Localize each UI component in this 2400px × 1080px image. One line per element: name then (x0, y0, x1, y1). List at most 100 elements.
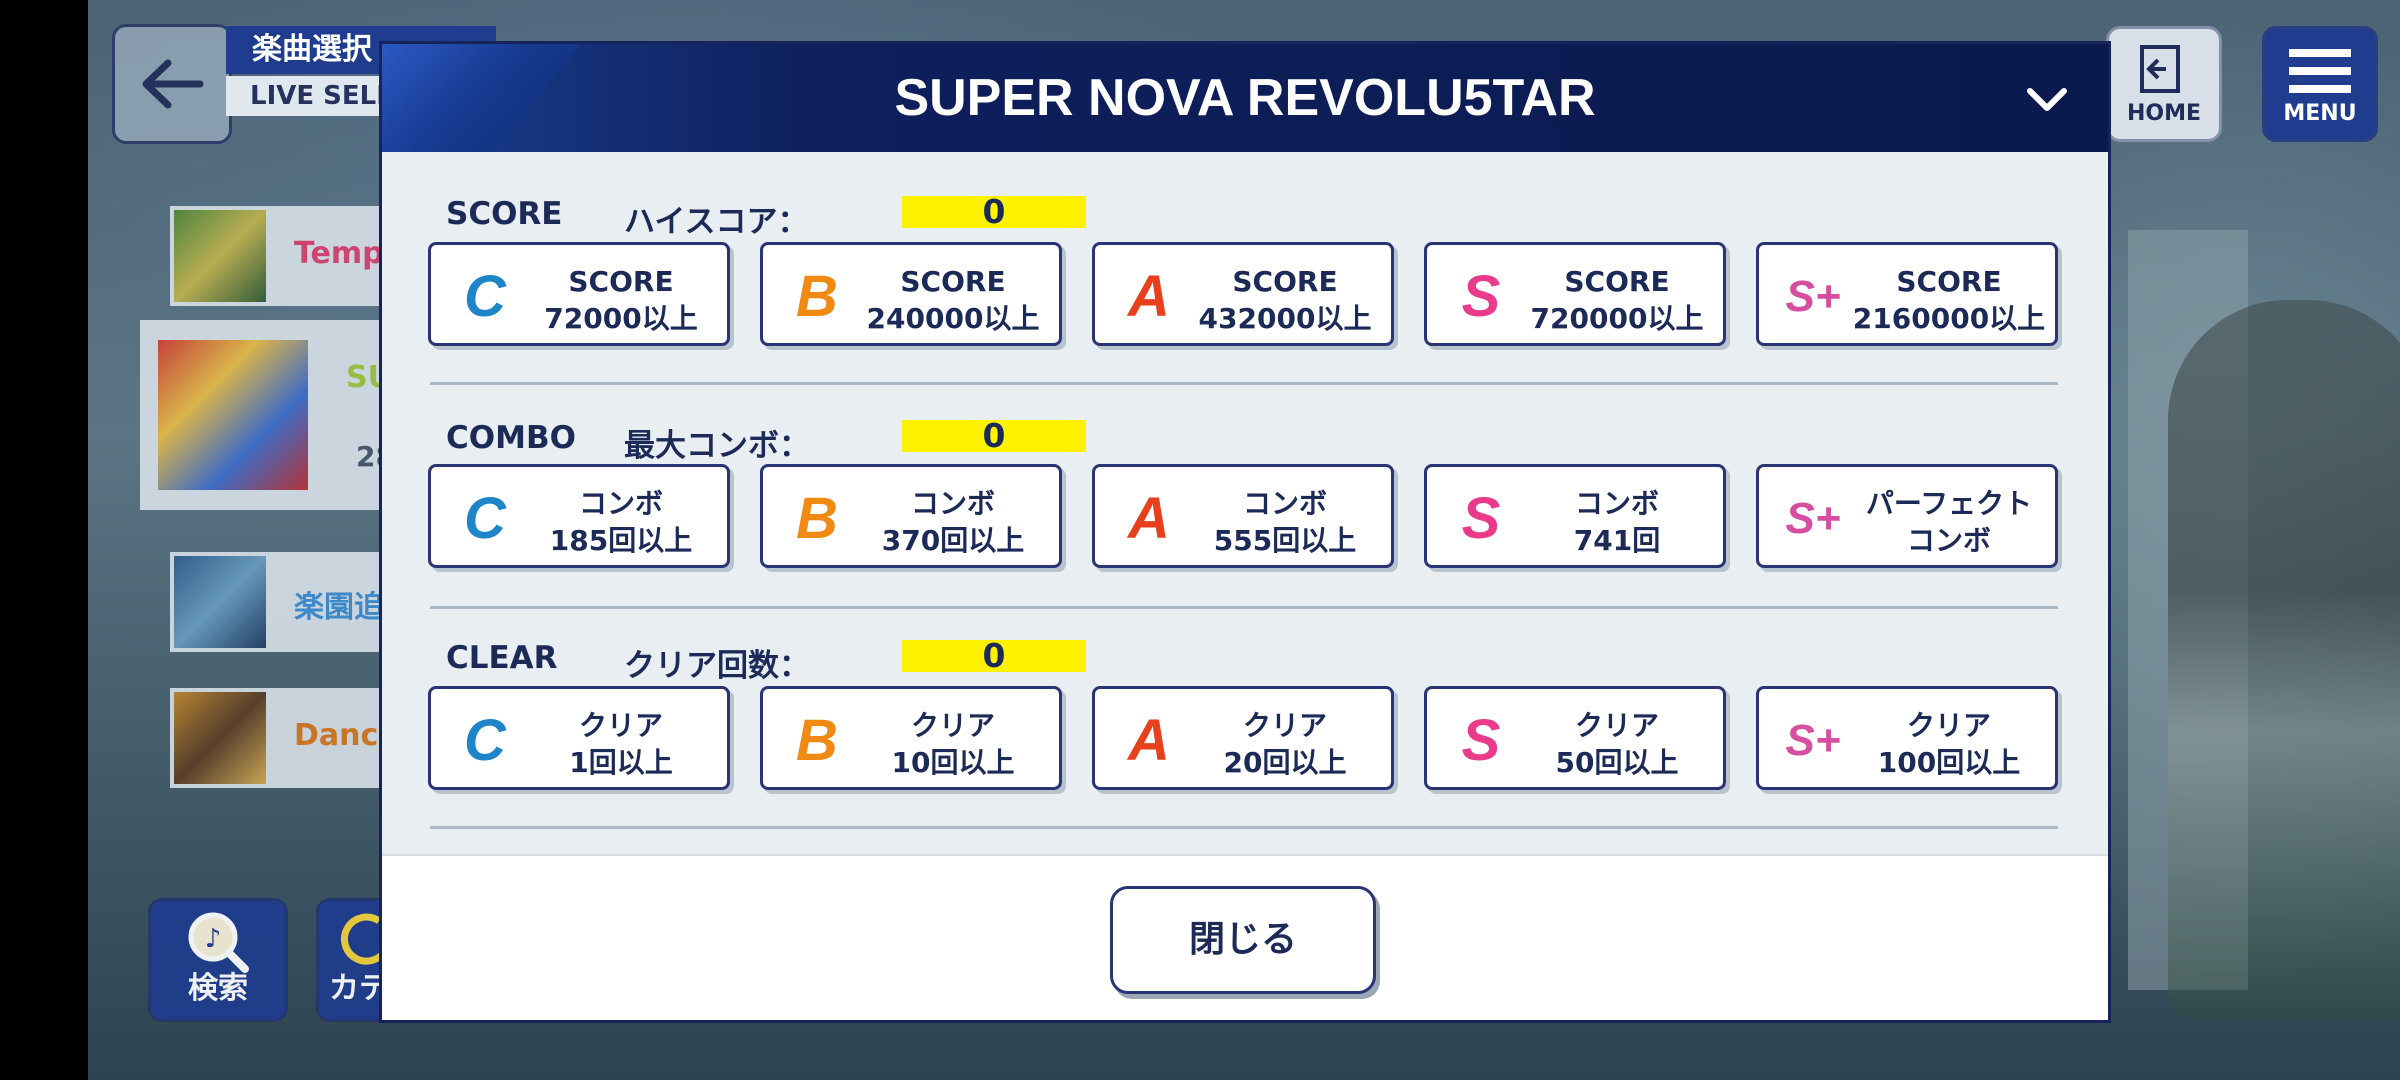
rank-card: C SCORE 72000以上 (428, 242, 730, 346)
rank-condition-line1: コンボ (1574, 487, 1659, 520)
rank-card: A コンボ 555回以上 (1092, 464, 1394, 568)
rank-condition: SCORE 240000以上 (853, 263, 1053, 337)
menu-button[interactable]: MENU (2262, 26, 2378, 142)
song-jacket (174, 692, 266, 784)
rank-condition: コンボ 741回 (1517, 485, 1717, 559)
modal-footer: 閉じる (382, 854, 2108, 1020)
song-jacket (174, 556, 266, 648)
rank-c-icon: C (464, 486, 506, 551)
rank-condition: コンボ 185回以上 (521, 485, 721, 559)
song-title: Temp (294, 236, 384, 271)
song-list-item-selected[interactable]: SU 28 (140, 320, 410, 510)
song-title: 楽園追 (294, 590, 384, 625)
rank-condition-line1: SCORE (1896, 265, 2002, 298)
rank-condition-line1: コンボ (578, 487, 663, 520)
rank-condition-line2: 185回以上 (549, 524, 693, 557)
rank-card: A クリア 20回以上 (1092, 686, 1394, 790)
section-label: COMBO (446, 420, 576, 456)
rank-s-plus-icon: S+ (1785, 716, 1841, 765)
rank-card: C コンボ 185回以上 (428, 464, 730, 568)
score-rank-row: C SCORE 72000以上 B SCORE 240000以上 A SCORE 432000以… (428, 242, 2068, 352)
rank-condition-line2: 240000以上 (866, 302, 1040, 335)
rank-condition: クリア 100回以上 (1849, 707, 2049, 781)
rank-condition-line1: SCORE (900, 265, 1006, 298)
chevron-down-icon[interactable] (2022, 74, 2072, 124)
rank-condition-line1: SCORE (568, 265, 674, 298)
rank-card: S+ パーフェクト コンボ (1756, 464, 2058, 568)
rank-card: S+ クリア 100回以上 (1756, 686, 2058, 790)
rank-condition: クリア 50回以上 (1517, 707, 1717, 781)
rank-b-icon: B (796, 486, 838, 551)
rank-condition-line1: SCORE (1564, 265, 1670, 298)
rank-condition: コンボ 370回以上 (853, 485, 1053, 559)
exit-icon (2140, 45, 2180, 93)
section-value: 0 (902, 195, 1086, 228)
menu-icon (2289, 49, 2351, 93)
rank-condition-line1: パーフェクト (1865, 487, 2033, 520)
background-character (2168, 300, 2400, 1020)
rank-condition-line2: コンボ (1906, 524, 1991, 557)
rank-s-icon: S (1461, 486, 1501, 551)
rank-s-plus-icon: S+ (1785, 272, 1841, 321)
rank-card: S+ SCORE 2160000以上 (1756, 242, 2058, 346)
section-label: SCORE (446, 196, 563, 232)
rank-condition-line1: クリア (578, 709, 663, 742)
close-button[interactable]: 閉じる (1110, 886, 1376, 994)
rank-condition-line2: 432000以上 (1198, 302, 1372, 335)
home-button[interactable]: HOME (2106, 26, 2222, 142)
song-list-item[interactable]: Dance (170, 688, 410, 788)
rank-condition: SCORE 2160000以上 (1849, 263, 2049, 337)
rank-b-icon: B (796, 708, 838, 773)
svg-text:♪: ♪ (205, 924, 222, 954)
rank-condition-line1: クリア (1242, 709, 1327, 742)
rank-condition: クリア 1回以上 (521, 707, 721, 781)
clear-rank-row: C クリア 1回以上 B クリア 10回以上 A クリア 20回以上 S クリア 50回以上 S+ クリア… (428, 686, 2068, 796)
combo-rank-row: C コンボ 185回以上 B コンボ 370回以上 A コンボ 555回以上 S コンボ 741回 S+… (428, 464, 2068, 574)
rank-card: B SCORE 240000以上 (760, 242, 1062, 346)
rank-condition: パーフェクト コンボ (1849, 485, 2049, 559)
rank-c-icon: C (464, 264, 506, 329)
rank-card: S SCORE 720000以上 (1424, 242, 1726, 346)
rank-a-icon: A (1128, 264, 1170, 329)
section-sub-label: 最大コンボ： (624, 428, 810, 464)
section-label: CLEAR (446, 640, 558, 676)
rank-condition-line2: 741回 (1573, 524, 1661, 557)
back-button[interactable] (112, 24, 232, 144)
search-label: 検索 (188, 971, 248, 1006)
rank-condition-line2: 1回以上 (569, 746, 673, 779)
rank-a-icon: A (1128, 708, 1170, 773)
divider (430, 826, 2058, 829)
rank-condition: SCORE 432000以上 (1185, 263, 1385, 337)
rank-condition-line2: 2160000以上 (1852, 302, 2046, 335)
rank-card: C クリア 1回以上 (428, 686, 730, 790)
rank-c-icon: C (464, 708, 506, 773)
rank-card: S コンボ 741回 (1424, 464, 1726, 568)
rank-condition: クリア 10回以上 (853, 707, 1053, 781)
rank-condition-line2: 20回以上 (1223, 746, 1347, 779)
rank-condition-line2: 50回以上 (1555, 746, 1679, 779)
rank-card: B クリア 10回以上 (760, 686, 1062, 790)
modal-title: SUPER NOVA REVOLU5TAR (894, 69, 1596, 127)
rank-condition-line1: コンボ (910, 487, 995, 520)
song-jacket (158, 340, 308, 490)
rank-condition-line1: コンボ (1242, 487, 1327, 520)
rank-card: B コンボ 370回以上 (760, 464, 1062, 568)
arrow-left-icon (142, 59, 204, 109)
section-value: 0 (902, 639, 1086, 672)
section-sub-label: ハイスコア： (624, 204, 809, 240)
divider (430, 382, 2058, 385)
screen-edge (0, 0, 88, 1080)
song-list-item[interactable]: Temp (170, 206, 410, 306)
rank-card: A SCORE 432000以上 (1092, 242, 1394, 346)
rank-condition: コンボ 555回以上 (1185, 485, 1385, 559)
rank-condition-line1: クリア (1906, 709, 1991, 742)
rank-s-icon: S (1461, 264, 1501, 329)
divider (430, 606, 2058, 609)
search-button[interactable]: ♪ 検索 (148, 898, 288, 1022)
rank-a-icon: A (1128, 486, 1170, 551)
section-value: 0 (902, 419, 1086, 452)
song-list-item[interactable]: 楽園追 (170, 552, 410, 652)
rank-b-icon: B (796, 264, 838, 329)
rank-condition-line2: 10回以上 (891, 746, 1015, 779)
rank-condition: クリア 20回以上 (1185, 707, 1385, 781)
